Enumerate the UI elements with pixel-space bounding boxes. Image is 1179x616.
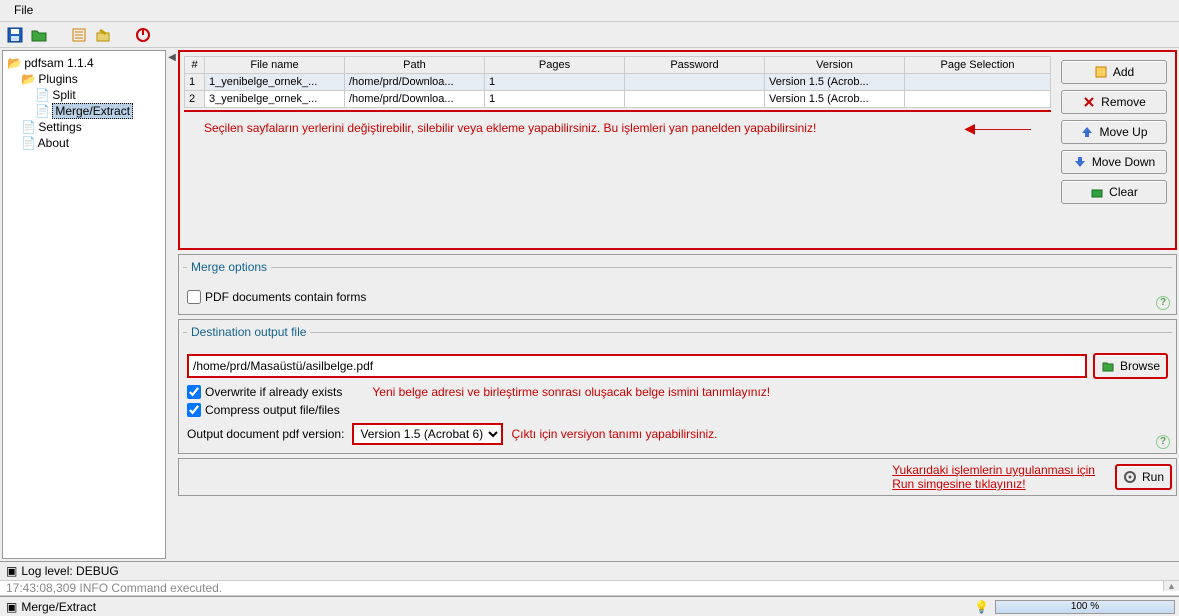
move-up-button[interactable]: Move Up xyxy=(1061,120,1167,144)
bulb-icon[interactable]: 💡 xyxy=(968,600,995,614)
col-version[interactable]: Version xyxy=(765,57,905,74)
help-icon[interactable]: ? xyxy=(1156,435,1170,449)
file-buttons: Add Remove Move Up Move Down Clear xyxy=(1057,56,1171,244)
help-icon[interactable]: ? xyxy=(1156,296,1170,310)
table-row[interactable]: 2 3_yenibelge_ornek_... /home/prd/Downlo… xyxy=(185,91,1051,108)
toolbar xyxy=(0,22,1179,48)
merge-options-title: Merge options xyxy=(187,260,271,274)
folder-open-icon: 📂 xyxy=(7,56,21,70)
run-button[interactable]: Run xyxy=(1115,464,1172,490)
arrow-down-icon xyxy=(1073,155,1087,169)
remove-button[interactable]: Remove xyxy=(1061,90,1167,114)
folder-icon xyxy=(1101,359,1115,373)
clear-icon xyxy=(1090,185,1104,199)
chevron-left-icon: ◀ xyxy=(168,52,176,63)
annotation-destination: Yeni belge adresi ve birleştirme sonrası… xyxy=(372,385,770,399)
arrow-up-icon xyxy=(1080,125,1094,139)
progress-bar: 100 % xyxy=(995,600,1175,614)
col-pages[interactable]: Pages xyxy=(485,57,625,74)
col-filename[interactable]: File name xyxy=(205,57,345,74)
destination-input[interactable] xyxy=(187,354,1087,378)
col-pagesel[interactable]: Page Selection xyxy=(905,57,1051,74)
clear-log-icon[interactable] xyxy=(94,26,112,44)
browse-button[interactable]: Browse xyxy=(1093,353,1168,379)
add-icon xyxy=(1094,65,1108,79)
col-num[interactable]: # xyxy=(185,57,205,74)
save-icon[interactable] xyxy=(6,26,24,44)
status-icon: ▣ xyxy=(6,600,17,614)
gear-icon xyxy=(1123,470,1137,484)
scroll-up-icon[interactable]: ▲ xyxy=(1163,581,1179,591)
tree-root[interactable]: 📂 pdfsam 1.1.4 xyxy=(7,55,161,71)
log-level-bar[interactable]: ▣ Log level: DEBUG xyxy=(0,561,1179,580)
statusbar: ▣ Merge/Extract 💡 100 % xyxy=(0,596,1179,616)
add-button[interactable]: Add xyxy=(1061,60,1167,84)
collapse-icon[interactable]: ▣ xyxy=(6,564,17,578)
tree-settings[interactable]: 📄 Settings xyxy=(7,119,161,135)
remove-icon xyxy=(1082,95,1096,109)
annotation-run: Yukarıdaki işlemlerin uygulanması için R… xyxy=(892,463,1095,491)
status-tab: Merge/Extract xyxy=(21,600,96,614)
tree-panel: 📂 pdfsam 1.1.4 📂 Plugins 📄 Split 📄 Merge… xyxy=(2,50,166,559)
files-table: # File name Path Pages Password Version … xyxy=(184,56,1051,108)
col-path[interactable]: Path xyxy=(345,57,485,74)
col-password[interactable]: Password xyxy=(625,57,765,74)
open-icon[interactable] xyxy=(30,26,48,44)
splitter[interactable]: ◀ xyxy=(168,48,176,561)
page-icon: 📄 xyxy=(21,120,35,134)
exit-icon[interactable] xyxy=(134,26,152,44)
tree-merge-extract[interactable]: 📄 Merge/Extract xyxy=(7,103,161,119)
overwrite-checkbox[interactable]: Overwrite if already exists xyxy=(187,383,342,401)
folder-open-icon: 📂 xyxy=(21,72,35,86)
tree-plugins[interactable]: 📂 Plugins xyxy=(7,71,161,87)
compress-checkbox[interactable]: Compress output file/files xyxy=(187,401,1168,419)
page-icon: 📄 xyxy=(35,88,49,102)
annotation-version: Çıktı için versiyon tanımı yapabilirsini… xyxy=(511,427,717,441)
forms-checkbox[interactable]: PDF documents contain forms xyxy=(187,288,1168,306)
log-level-label: Log level: DEBUG xyxy=(21,564,118,578)
tree-split[interactable]: 📄 Split xyxy=(7,87,161,103)
table-row[interactable]: 1 1_yenibelge_ornek_... /home/prd/Downlo… xyxy=(185,74,1051,91)
tree-about[interactable]: 📄 About xyxy=(7,135,161,151)
page-icon: 📄 xyxy=(21,136,35,150)
annotation-files: Seçilen sayfaların yerlerini değiştirebi… xyxy=(184,112,1051,145)
destination-title: Destination output file xyxy=(187,325,310,339)
clear-button[interactable]: Clear xyxy=(1061,180,1167,204)
log-line: 17:43:08,309 INFO Command executed. ▲ xyxy=(0,580,1179,596)
version-select[interactable]: Version 1.5 (Acrobat 6) xyxy=(352,423,503,445)
arrow-left-icon: ◀———— xyxy=(964,120,1031,137)
version-label: Output document pdf version: xyxy=(187,427,344,441)
log-icon[interactable] xyxy=(70,26,88,44)
menu-file[interactable]: File xyxy=(6,1,41,19)
page-icon: 📄 xyxy=(35,104,49,118)
move-down-button[interactable]: Move Down xyxy=(1061,150,1167,174)
